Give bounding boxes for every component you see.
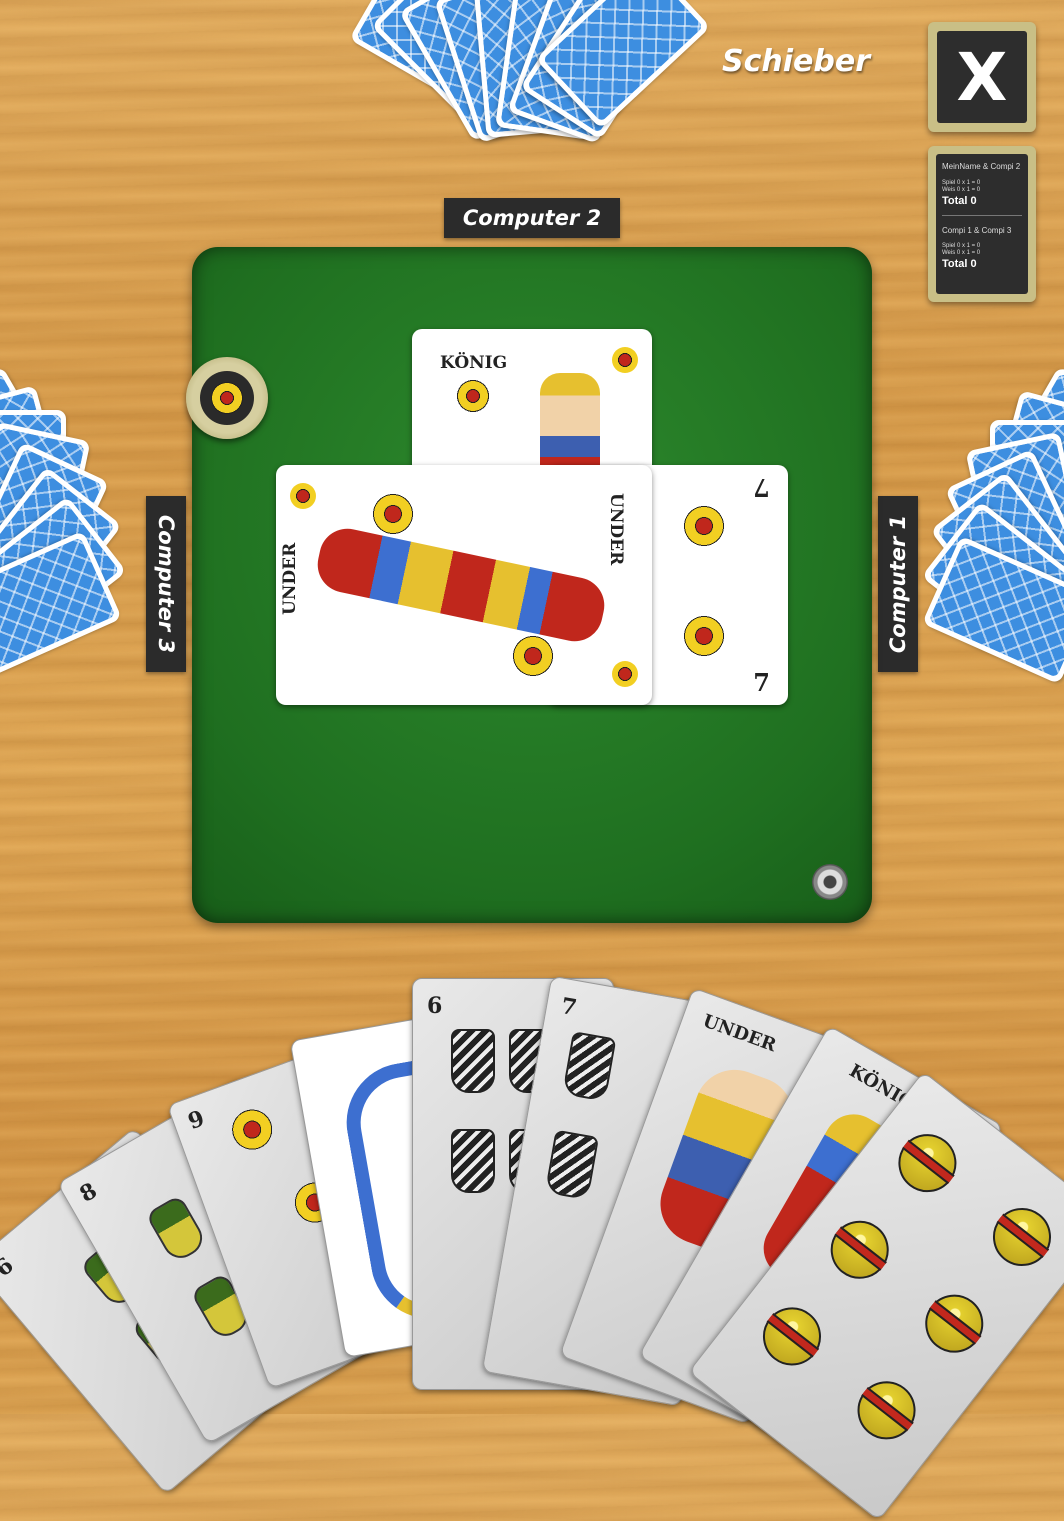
card-rank: UNDER: [280, 542, 300, 615]
close-icon: X: [937, 31, 1027, 123]
scoreboard[interactable]: MeinName & Compi 2 Spiel 0 x 1 = 0 Weis …: [928, 146, 1036, 302]
team-1-weis: Weis 0 x 1 = 0: [942, 187, 981, 193]
rose-suit-icon: [200, 371, 254, 425]
under-figure-icon: [312, 523, 610, 647]
team-1-name: MeinName & Compi 2: [942, 162, 1021, 171]
card-rank: KÖNIG: [440, 353, 508, 373]
team-1-spiel: Spiel 0 x 1 = 0: [942, 180, 981, 186]
played-card-under: UNDER UNDER: [276, 465, 652, 705]
team-2-total: Total 0: [942, 258, 977, 270]
close-button[interactable]: X: [928, 22, 1036, 132]
close-label: X: [956, 38, 1008, 116]
team-2-weis: Weis 0 x 1 = 0: [942, 250, 981, 256]
player-label-computer-3: Computer 3: [146, 496, 186, 672]
team-2-spiel: Spiel 0 x 1 = 0: [942, 243, 981, 249]
card-rank: UNDER: [606, 493, 626, 566]
trump-indicator: [186, 357, 268, 439]
card-rank: 7: [753, 473, 770, 502]
player-label-computer-1: Computer 1: [878, 496, 918, 672]
team-1-total: Total 0: [942, 195, 977, 207]
player-label-computer-2: Computer 2: [444, 198, 620, 238]
scoreboard-divider: [942, 215, 1022, 216]
game-mode-title: Schieber: [722, 44, 870, 79]
card-rank: 7: [753, 668, 770, 697]
team-2-name: Compi 1 & Compi 3: [942, 226, 1012, 235]
table-bolt-icon: [812, 864, 848, 900]
